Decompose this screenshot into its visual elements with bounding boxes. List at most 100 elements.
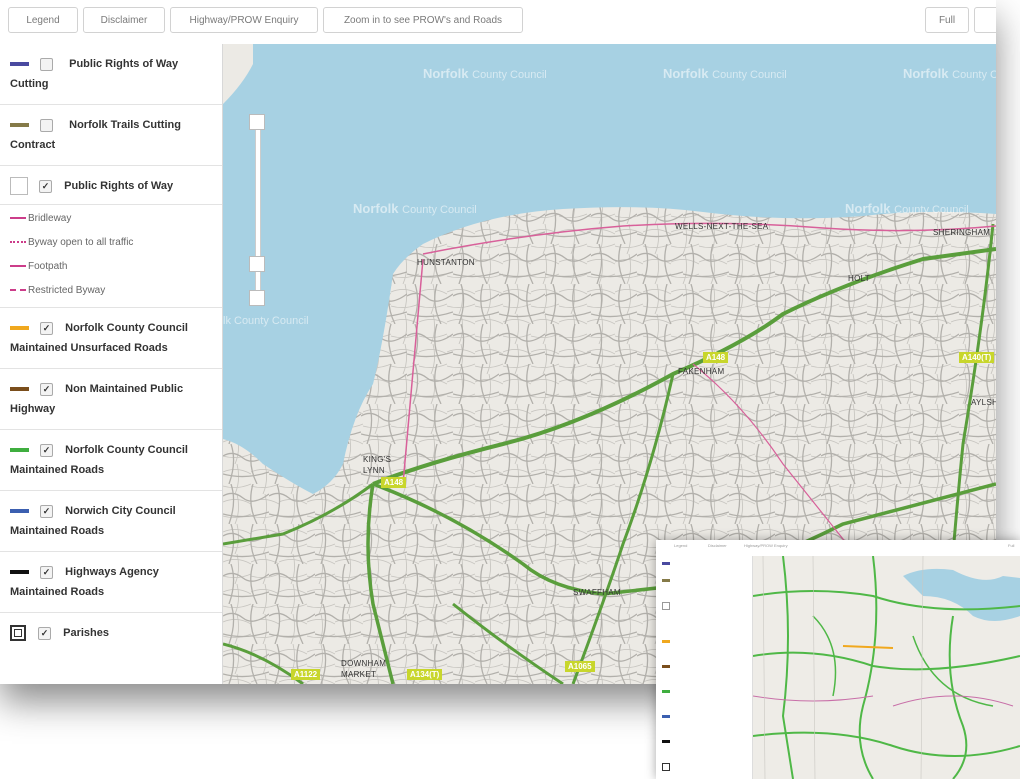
layer-label: Norfolk County Council Maintained Unsurf… — [10, 322, 188, 354]
sublegend-label: Bridleway — [28, 213, 72, 224]
sublegend-label: Restricted Byway — [28, 285, 106, 296]
watermark: Norfolk County Council — [423, 66, 547, 81]
line-symbol-icon — [10, 509, 29, 514]
thumb-enquiry-button: Highway/PROW Enquiry — [744, 543, 788, 548]
disclaimer-button[interactable]: Disclaimer — [83, 7, 165, 33]
sublegend-label: Byway open to all traffic — [28, 237, 134, 248]
layer-prow-cutting[interactable]: Public Rights of Way Cutting — [0, 44, 222, 105]
layer-label: Highways Agency Maintained Roads — [10, 566, 159, 598]
layer-ncc-roads[interactable]: ✓ Norfolk County Council Maintained Road… — [0, 430, 222, 491]
thumb-disclaimer-button: Disclaimer — [708, 543, 727, 548]
checkbox-icon[interactable] — [40, 57, 54, 71]
town-label: SHERINGHAM — [933, 228, 991, 237]
layer-norwich[interactable]: ✓ Norwich City Council Maintained Roads — [0, 491, 222, 552]
town-label: AYLSH — [971, 398, 996, 407]
checkbox-icon[interactable]: ✓ — [40, 382, 54, 396]
road-shield: A1122 — [291, 669, 321, 680]
restricted-line-icon — [10, 289, 26, 292]
line-symbol-icon — [10, 448, 29, 453]
sublegend-bridleway: Bridleway — [0, 207, 222, 231]
sublegend-footpath: Footpath — [0, 255, 222, 279]
layer-label: Norfolk Trails Cutting Contract — [10, 119, 181, 151]
thumb-full-button: Full — [1008, 543, 1015, 548]
thumb-line-icon — [662, 665, 670, 668]
town-label: FAKENHAM — [678, 367, 725, 376]
zoom-handle[interactable] — [249, 256, 265, 272]
layer-label: Norwich City Council Maintained Roads — [10, 505, 176, 537]
enquiry-button[interactable]: Highway/PROW Enquiry — [170, 7, 318, 33]
zoom-out-button[interactable] — [249, 290, 265, 306]
layer-label: Norfolk County Council Maintained Roads — [10, 444, 188, 476]
watermark: lk County Council — [223, 315, 309, 327]
layer-non-maintained[interactable]: ✓ Non Maintained Public Highway — [0, 369, 222, 430]
toolbar: Legend Disclaimer Highway/PROW Enquiry Z… — [0, 0, 996, 45]
town-label: HOLT — [848, 274, 870, 283]
zoom-track — [255, 114, 261, 306]
bridleway-line-icon — [10, 217, 26, 220]
town-label: HUNSTANTON — [417, 258, 475, 267]
road-shield: A1065 — [565, 661, 595, 672]
layer-label: Public Rights of Way — [64, 180, 174, 192]
line-symbol-icon — [10, 570, 29, 575]
checkbox-icon[interactable]: ✓ — [40, 443, 54, 457]
line-symbol-icon — [10, 62, 29, 67]
thumb-line-icon — [662, 715, 670, 718]
layer-trails-cutting[interactable]: Norfolk Trails Cutting Contract — [0, 105, 222, 166]
thumb-legend — [656, 556, 753, 779]
thumb-line-icon — [662, 690, 670, 693]
line-symbol-icon — [10, 326, 29, 331]
thumb-parish-icon — [662, 763, 670, 771]
zoom-slider[interactable] — [249, 114, 265, 306]
watermark: Norfolk County Council — [845, 201, 969, 216]
extra-button[interactable] — [974, 7, 996, 33]
sublegend-label: Footpath — [28, 261, 68, 272]
layer-label: Parishes — [63, 627, 109, 639]
layer-ncc-unsurfaced[interactable]: ✓ Norfolk County Council Maintained Unsu… — [0, 308, 222, 369]
thumbnail-preview: Legend Disclaimer Highway/PROW Enquiry F… — [656, 540, 1020, 779]
zoom-in-button[interactable] — [249, 114, 265, 130]
thumb-line-icon — [662, 740, 670, 743]
layer-label: Non Maintained Public Highway — [10, 383, 184, 415]
sublegend-byway: Byway open to all traffic — [0, 231, 222, 255]
checkbox-icon[interactable]: ✓ — [40, 504, 54, 518]
checkbox-icon[interactable]: ✓ — [38, 626, 52, 640]
line-symbol-icon — [10, 123, 29, 128]
watermark: Norfolk County Council — [663, 66, 787, 81]
footpath-line-icon — [10, 265, 26, 268]
town-label: WELLS-NEXT-THE-SEA — [675, 222, 769, 231]
thumb-line-icon — [662, 579, 670, 582]
legend-button[interactable]: Legend — [8, 7, 78, 33]
box-symbol-icon — [10, 177, 28, 196]
thumb-map — [753, 556, 1020, 779]
road-shield: A148 — [703, 352, 729, 363]
thumb-toolbar: Legend Disclaimer Highway/PROW Enquiry F… — [656, 540, 1020, 557]
checkbox-icon[interactable]: ✓ — [39, 179, 53, 193]
zoom-hint-button[interactable]: Zoom in to see PROW's and Roads — [323, 7, 523, 33]
town-label: SWAFFHAM — [573, 588, 621, 597]
town-label: DOWNHAM MARKET — [341, 659, 387, 679]
checkbox-icon[interactable]: ✓ — [40, 321, 54, 335]
layer-parishes[interactable]: ✓ Parishes — [0, 613, 222, 653]
byway-line-icon — [10, 241, 26, 244]
layer-label: Public Rights of Way Cutting — [10, 58, 179, 90]
town-label: KING'S LYNN — [363, 455, 392, 475]
checkbox-icon[interactable]: ✓ — [40, 565, 54, 579]
watermark: Norfolk County Council — [353, 201, 477, 216]
prow-sublegend: Bridleway Byway open to all traffic Foot… — [0, 205, 222, 308]
thumb-box-icon — [662, 602, 670, 610]
watermark: Norfolk County Council — [903, 66, 996, 81]
thumb-line-icon — [662, 640, 670, 643]
thumb-line-icon — [662, 562, 670, 565]
line-symbol-icon — [10, 387, 29, 392]
checkbox-icon[interactable] — [40, 118, 54, 132]
full-button[interactable]: Full — [925, 7, 969, 33]
road-shield: A148 — [381, 477, 407, 488]
road-shield: A140(T) — [959, 352, 995, 363]
parish-symbol-icon — [10, 625, 26, 642]
layer-prow[interactable]: ✓ Public Rights of Way — [0, 166, 222, 205]
road-shield: A134(T) — [407, 669, 443, 680]
layer-highways-agency[interactable]: ✓ Highways Agency Maintained Roads — [0, 552, 222, 613]
thumb-legend-button: Legend — [674, 543, 688, 548]
sublegend-restricted: Restricted Byway — [0, 279, 222, 303]
legend-panel: Public Rights of Way Cutting Norfolk Tra… — [0, 44, 223, 684]
